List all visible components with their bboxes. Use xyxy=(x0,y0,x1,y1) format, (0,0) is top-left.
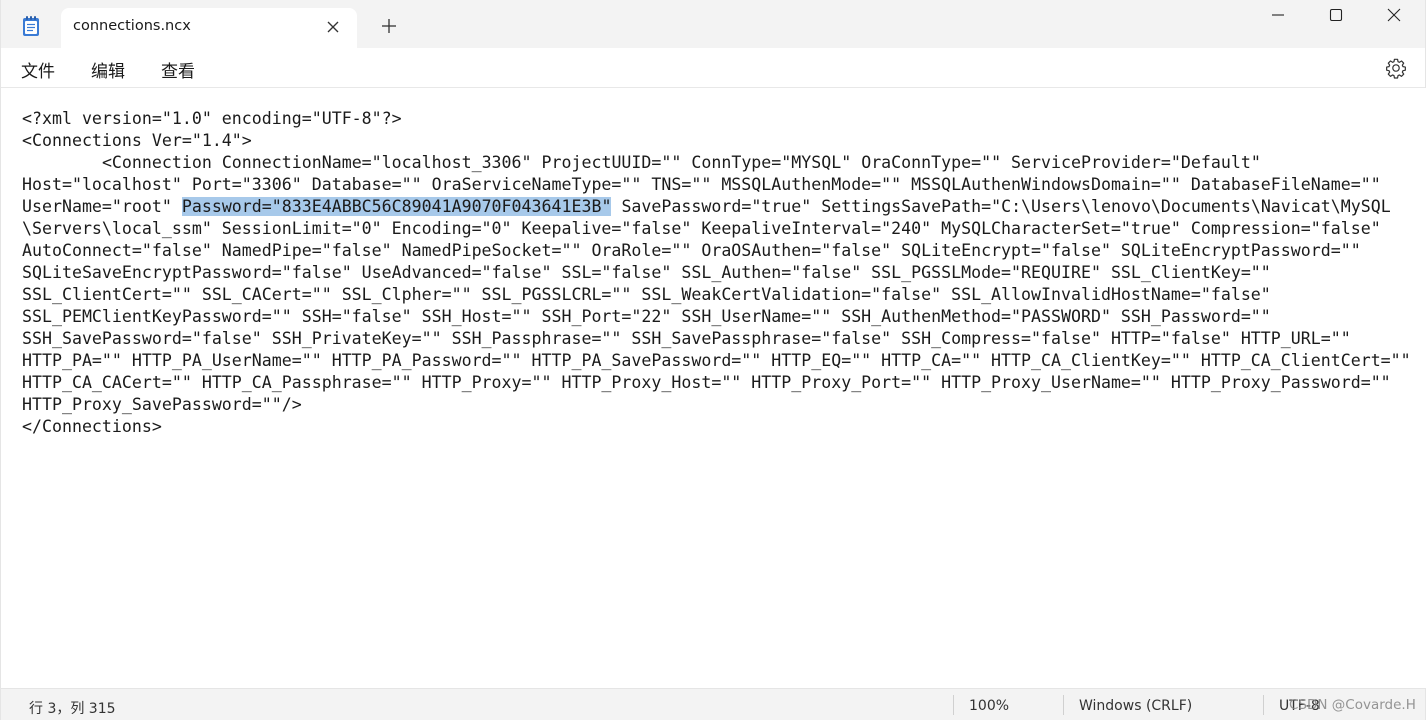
editor-line-9: SSL_ClientCert="" SSL_CACert="" SSL_Clph… xyxy=(22,285,1271,304)
editor-line-11: SSH_SavePassword="false" SSH_PrivateKey=… xyxy=(22,329,1351,348)
cursor-position: 行 3，列 315 xyxy=(29,701,116,717)
menu-view[interactable]: 查看 xyxy=(159,57,197,82)
status-separator xyxy=(1263,695,1264,715)
editor-line-4: Host="localhost" Port="3306" Database=""… xyxy=(22,175,1381,194)
editor-line-3: <Connection ConnectionName="localhost_33… xyxy=(22,153,1261,172)
text-editor[interactable]: <?xml version="1.0" encoding="UTF-8"?> <… xyxy=(1,88,1426,688)
maximize-button[interactable] xyxy=(1307,0,1365,32)
new-tab-plus-icon[interactable] xyxy=(379,16,399,36)
title-bar: connections.ncx xyxy=(1,0,1425,48)
editor-line-6: \Servers\local_ssm" SessionLimit="0" Enc… xyxy=(22,219,1381,238)
status-separator xyxy=(953,695,954,715)
editor-line-12: HTTP_PA="" HTTP_PA_UserName="" HTTP_PA_P… xyxy=(22,351,1411,370)
editor-line-5: UserName="root" Password="833E4ABBC56C89… xyxy=(22,196,1391,218)
notepad-window: connections.ncx 文件 编辑 查看 <?xml version="… xyxy=(0,0,1426,720)
line-text-before-selection: UserName="root" xyxy=(22,197,182,216)
editor-line-1: <?xml version="1.0" encoding="UTF-8"?> xyxy=(22,109,402,128)
csdn-watermark: CSDN @Covarde.H xyxy=(1289,697,1416,713)
line-text-after-selection: SavePassword="true" SettingsSavePath="C:… xyxy=(611,197,1391,216)
close-icon xyxy=(1387,8,1401,22)
tab-connections-ncx[interactable]: connections.ncx xyxy=(61,8,357,48)
menu-edit[interactable]: 编辑 xyxy=(89,57,127,82)
tab-title: connections.ncx xyxy=(73,18,191,34)
selected-password-text[interactable]: Password="833E4ABBC56C89041A9070F043641E… xyxy=(181,197,612,216)
close-tab-icon[interactable] xyxy=(323,17,343,37)
editor-line-8: SQLiteSaveEncryptPassword="false" UseAdv… xyxy=(22,263,1271,282)
editor-line-13: HTTP_CA_CACert="" HTTP_CA_Passphrase="" … xyxy=(22,373,1391,392)
status-bar: 行 3，列 315 100% Windows (CRLF) UTF-8 CSDN… xyxy=(1,688,1425,720)
menu-file[interactable]: 文件 xyxy=(19,57,57,82)
gear-icon[interactable] xyxy=(1385,57,1407,79)
close-window-button[interactable] xyxy=(1365,0,1423,32)
editor-line-7: AutoConnect="false" NamedPipe="false" Na… xyxy=(22,241,1361,260)
editor-line-15: </Connections> xyxy=(22,417,162,436)
maximize-icon xyxy=(1329,8,1343,22)
minimize-button[interactable] xyxy=(1249,0,1307,32)
status-separator xyxy=(1063,695,1064,715)
menu-bar: 文件 编辑 查看 xyxy=(1,48,1425,88)
minimize-icon xyxy=(1272,14,1284,16)
editor-line-14: HTTP_Proxy_SavePassword=""/> xyxy=(22,395,302,414)
line-ending[interactable]: Windows (CRLF) xyxy=(1079,698,1192,714)
editor-line-2: <Connections Ver="1.4"> xyxy=(22,131,252,150)
zoom-level[interactable]: 100% xyxy=(969,698,1009,714)
editor-line-10: SSL_PEMClientKeyPassword="" SSH="false" … xyxy=(22,307,1271,326)
notepad-icon xyxy=(22,15,40,37)
